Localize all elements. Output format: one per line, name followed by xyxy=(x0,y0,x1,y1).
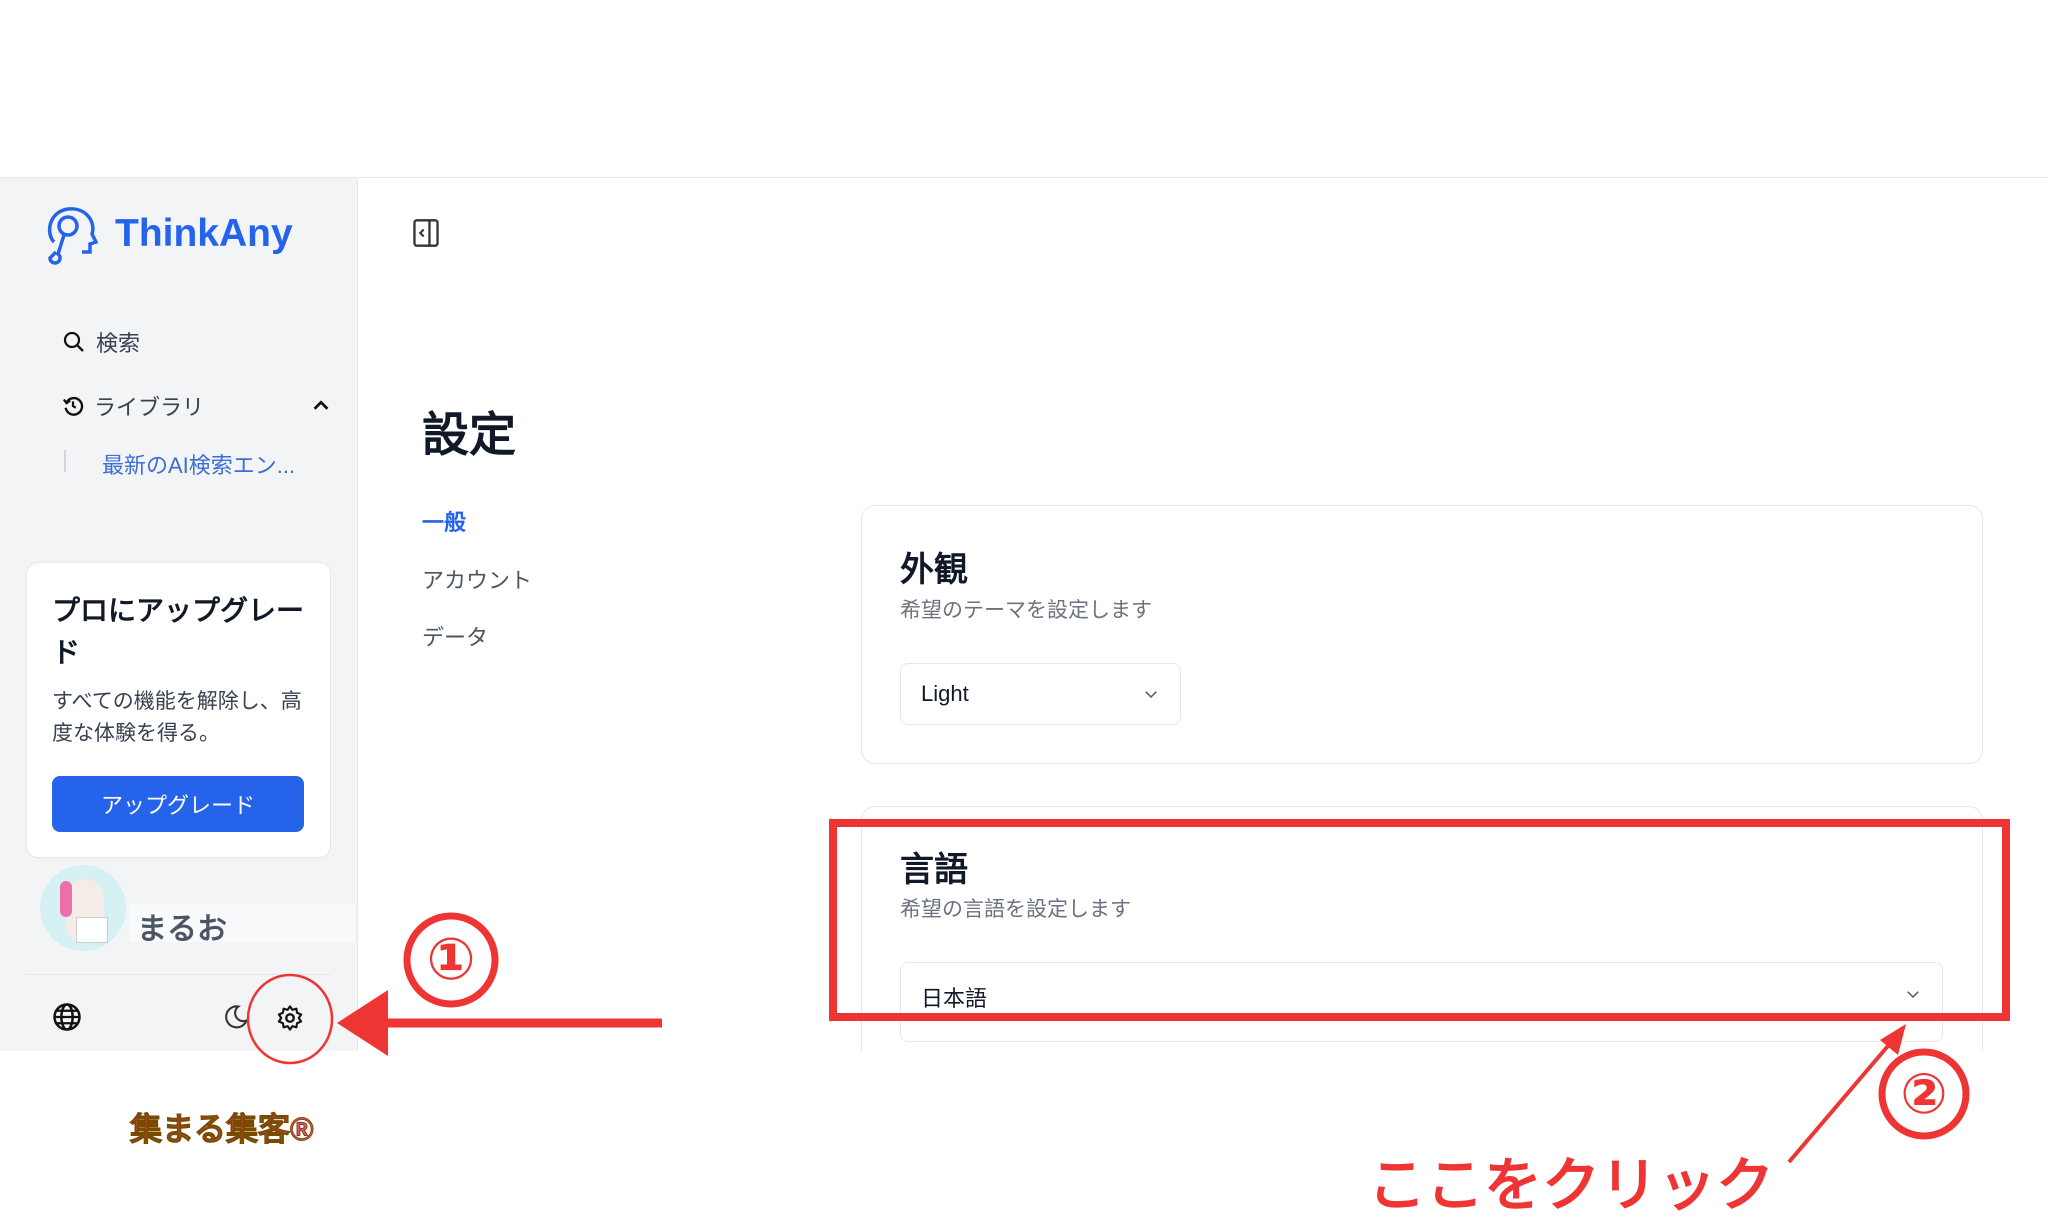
upgrade-description: すべての機能を解除し、高度な体験を得る。 xyxy=(52,690,302,745)
chevron-up-icon[interactable] xyxy=(310,395,332,417)
step2-label: ② xyxy=(1900,1062,1948,1125)
click-here-label: ここをクリック xyxy=(1368,1153,1775,1218)
sidebar-item-label: ライブラリ xyxy=(94,395,205,420)
step1-label: ① xyxy=(426,927,476,992)
globe-icon[interactable] xyxy=(52,1002,82,1032)
avatar[interactable] xyxy=(40,865,126,951)
tab-data[interactable]: データ xyxy=(422,620,488,652)
appearance-subtitle: 希望のテーマを設定します xyxy=(900,599,1152,622)
sidebar-footer-divider xyxy=(26,974,331,975)
upgrade-title: プロにアップグレード xyxy=(52,595,305,668)
sidebar-divider xyxy=(357,178,358,1051)
collapse-sidebar-icon[interactable] xyxy=(412,218,440,248)
sidebar-item-search[interactable]: 検索 xyxy=(62,326,140,358)
chevron-down-icon xyxy=(1145,691,1157,699)
appearance-title: 外観 xyxy=(900,551,968,589)
appearance-card xyxy=(861,505,1983,764)
watermark-logo: 集まる集客® xyxy=(130,1111,315,1148)
gear-icon[interactable] xyxy=(276,1004,304,1032)
sidebar-item-label: 検索 xyxy=(96,331,141,356)
highlight-box xyxy=(829,819,2010,1021)
thinkany-logo-icon xyxy=(47,207,98,265)
tab-account[interactable]: アカウント xyxy=(422,563,532,595)
page-title: 設定 xyxy=(422,408,516,461)
search-icon xyxy=(63,331,84,352)
user-name[interactable]: まるお xyxy=(137,904,227,948)
theme-select-value: Light xyxy=(921,681,969,706)
history-icon xyxy=(62,396,84,416)
app-logo-text: ThinkAny xyxy=(115,212,293,255)
tab-general[interactable]: 一般 xyxy=(422,505,466,537)
sidebar-item-library[interactable]: ライブラリ xyxy=(62,390,332,422)
theme-select[interactable]: Light xyxy=(900,663,1181,725)
library-item[interactable]: 最新のAI検索エン... xyxy=(102,448,295,480)
upgrade-button[interactable]: アップグレード xyxy=(52,776,304,832)
moon-icon[interactable] xyxy=(222,1002,250,1032)
library-tree-line xyxy=(64,450,66,472)
